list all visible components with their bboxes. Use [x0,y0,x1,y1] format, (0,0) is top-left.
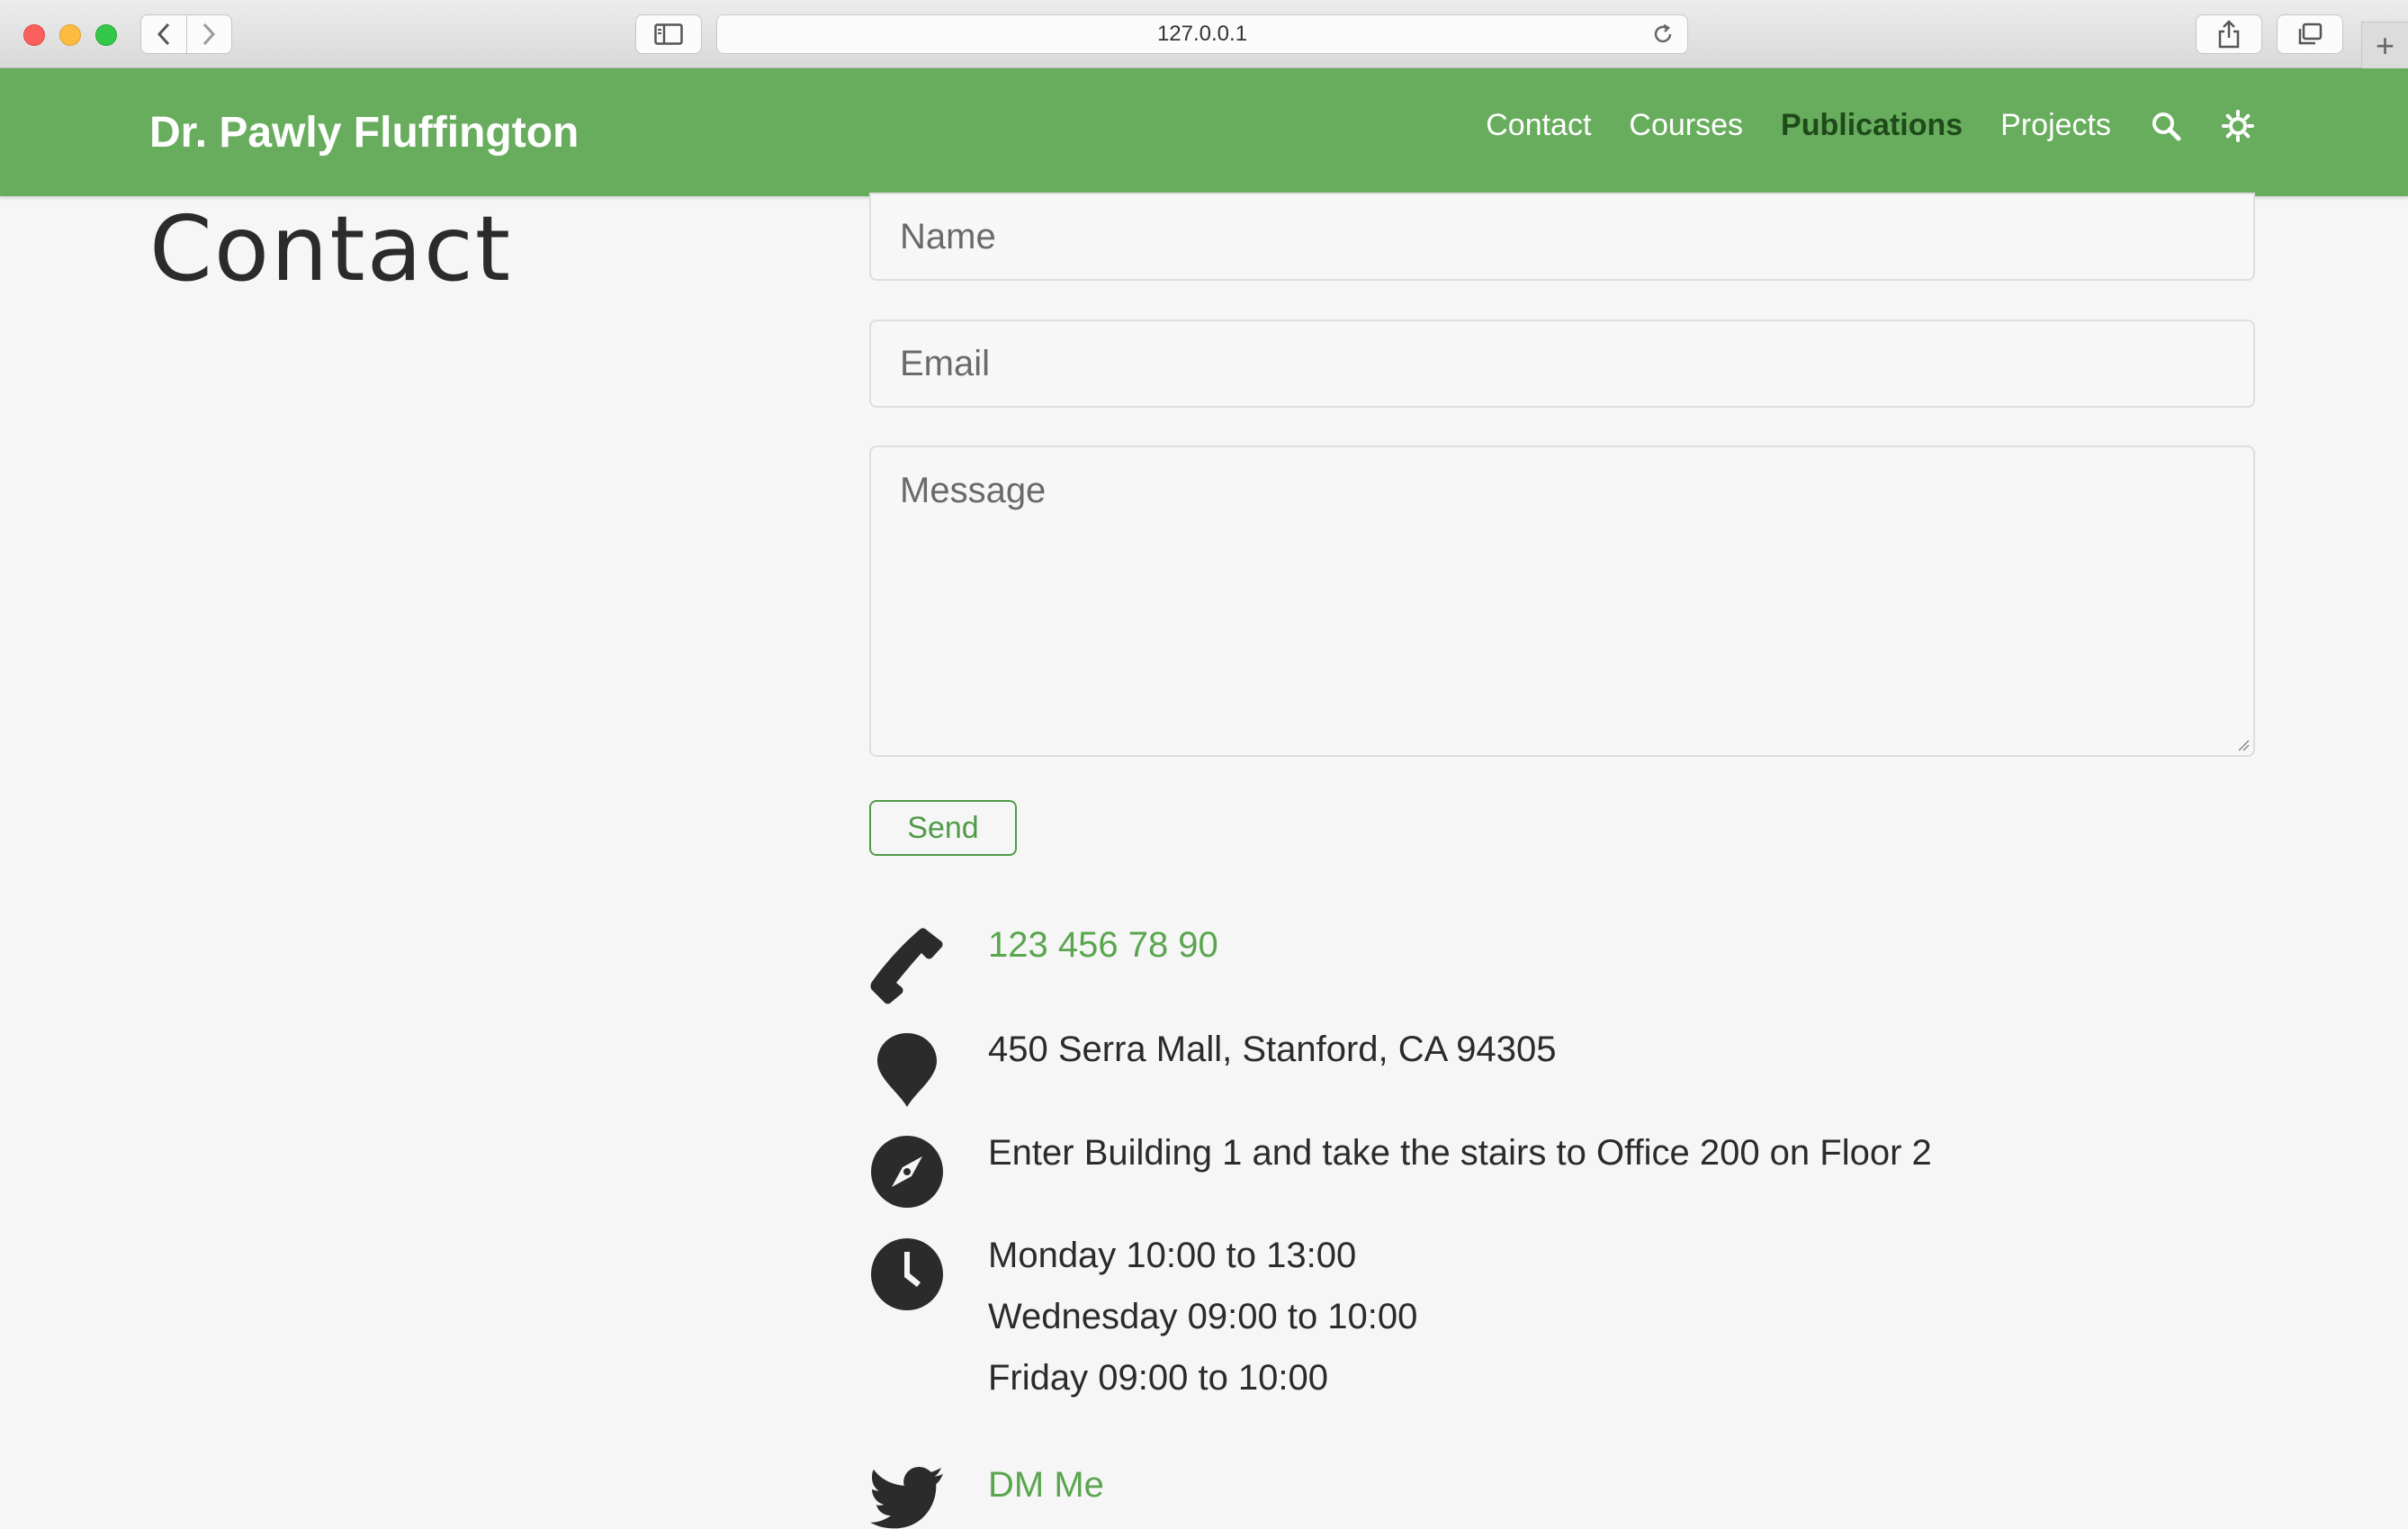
sidebar-icon [654,23,683,45]
nav-projects[interactable]: Projects [2000,108,2111,143]
email-placeholder: Email [900,343,991,383]
close-window-button[interactable] [23,24,45,46]
new-tab-button[interactable]: + [2361,22,2408,68]
send-button[interactable]: Send [869,800,1017,856]
browser-toolbar: 127.0.0.1 + [0,0,2408,68]
site-brand[interactable]: Dr. Pawly Fluffington [149,108,579,157]
back-button[interactable] [141,15,186,53]
phone-link[interactable]: 123 456 78 90 [988,925,1218,966]
plus-icon: + [2375,26,2395,64]
share-icon [2218,20,2240,49]
resize-handle-icon[interactable] [2235,737,2250,751]
phone-icon [869,927,945,1004]
main-menu: Contact Courses Publications Projects [1486,108,2255,143]
nav-contact[interactable]: Contact [1486,108,1591,143]
twitter-dm-link[interactable]: DM Me [988,1465,1104,1506]
search-icon[interactable] [2149,109,2183,143]
address-row: 450 Serra Mall, Stanford, CA 94305 [869,1030,1556,1107]
directions-text: Enter Building 1 and take the stairs to … [988,1133,1932,1173]
tabs-icon [2298,22,2323,45]
hours-item: Friday 09:00 to 10:00 [988,1358,1329,1398]
directions-row: Enter Building 1 and take the stairs to … [869,1133,1932,1210]
url-text: 127.0.0.1 [1156,22,1248,46]
name-input[interactable]: Name [869,193,2255,281]
sidebar-button[interactable] [635,14,702,54]
hours-item: Wednesday 09:00 to 10:00 [988,1297,1418,1336]
zoom-window-button[interactable] [95,24,117,46]
chevron-right-icon [203,22,216,46]
address-text: 450 Serra Mall, Stanford, CA 94305 [988,1030,1557,1069]
map-marker-icon [869,1031,945,1107]
compass-icon [869,1135,945,1210]
site-navbar: Dr. Pawly Fluffington Contact Courses Pu… [0,68,2408,196]
twitter-row: DM Me [869,1465,1104,1529]
page-title: Contact [149,196,513,301]
office-hours-list: Monday 10:00 to 13:00 Wednesday 09:00 to… [988,1225,1417,1408]
address-bar[interactable]: 127.0.0.1 [716,14,1688,54]
email-input[interactable]: Email [869,319,2255,408]
share-button[interactable] [2196,14,2262,54]
message-textarea[interactable]: Message [869,445,2255,757]
twitter-icon [869,1467,945,1529]
message-placeholder: Message [900,471,1047,510]
chevron-left-icon [157,22,169,46]
nav-courses[interactable]: Courses [1629,108,1743,143]
forward-button[interactable] [185,15,232,53]
history-nav [140,14,232,54]
theme-toggle-icon[interactable] [2221,109,2255,143]
clock-icon [869,1237,945,1313]
phone-row: 123 456 78 90 [869,925,1218,1004]
office-hours-row: Monday 10:00 to 13:00 Wednesday 09:00 to… [869,1236,1417,1398]
nav-publications[interactable]: Publications [1781,108,1963,143]
hours-item: Monday 10:00 to 13:00 [988,1236,1357,1275]
name-placeholder: Name [900,216,996,256]
tabs-overview-button[interactable] [2277,14,2343,54]
reload-icon[interactable] [1651,22,1675,46]
minimize-window-button[interactable] [59,24,81,46]
